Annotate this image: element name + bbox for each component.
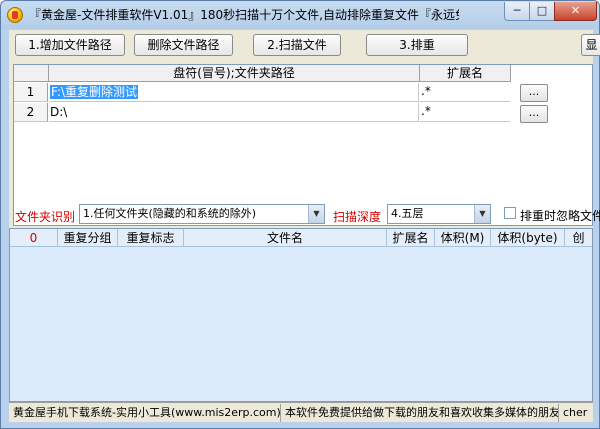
size-mb-column-header[interactable]: 体积(M) [435, 229, 491, 247]
status-site: 黄金屋手机下载系统-实用小工具(www.mis2erp.com) [9, 404, 281, 422]
window-title: 『黄金屋-文件排重软件V1.01』180秒扫描十万个文件,自动排除重复文件『永远… [29, 8, 459, 22]
dedupe-button[interactable]: 3.排重 [366, 34, 468, 56]
flag-column-header[interactable]: 重复标志 [118, 229, 184, 247]
app-logo-icon [7, 7, 23, 23]
chevron-down-icon[interactable]: ▼ [308, 205, 324, 223]
browse-button[interactable]: ... [520, 84, 548, 102]
ignore-checkbox[interactable] [504, 207, 516, 219]
row-number: 2 [14, 103, 48, 122]
browse-button[interactable]: ... [520, 105, 548, 123]
status-notice: 本软件免费提供给做下载的朋友和喜欢收集多媒体的朋友 [281, 404, 559, 422]
folder-filter-value: 1.任何文件夹(隐藏的和系统的除外) [83, 207, 257, 220]
scan-files-button[interactable]: 2.扫描文件 [253, 34, 341, 56]
results-list[interactable]: 0 重复分组 重复标志 文件名 扩展名 体积(M) 体积(byte) 创 [9, 228, 593, 402]
row-number: 1 [14, 83, 48, 102]
results-count: 0 [10, 229, 58, 247]
ignore-label[interactable]: 排重时忽略文件 [520, 207, 600, 224]
status-extra: cher [563, 406, 588, 419]
ext-cell[interactable]: .* [420, 83, 510, 102]
size-byte-column-header[interactable]: 体积(byte) [491, 229, 565, 247]
title-bar[interactable]: 『黄金屋-文件排重软件V1.01』180秒扫描十万个文件,自动排除重复文件『永远… [1, 1, 599, 29]
ext-column-header[interactable]: 扩展名 [387, 229, 435, 247]
ext-cell[interactable]: .* [420, 103, 510, 122]
path-cell[interactable]: D:\ [49, 103, 419, 122]
close-button[interactable]: ✕ [554, 2, 597, 21]
folder-filter-label: 文件夹识别 [15, 210, 76, 224]
created-column-header[interactable]: 创 [565, 229, 592, 247]
app-window: 『黄金屋-文件排重软件V1.01』180秒扫描十万个文件,自动排除重复文件『永远… [0, 0, 600, 429]
chevron-down-icon[interactable]: ▼ [474, 205, 490, 223]
results-header: 0 重复分组 重复标志 文件名 扩展名 体积(M) 体积(byte) 创 [10, 229, 592, 247]
path-cell[interactable]: F:\重复删除测试 [49, 83, 419, 102]
scan-depth-label: 扫描深度 [333, 210, 382, 224]
client-area: 1.增加文件路径 删除文件路径 2.扫描文件 3.排重 显 盘符(冒号);文件夹… [9, 30, 600, 422]
ext-column-header: 扩展名 [420, 65, 511, 82]
delete-path-button[interactable]: 删除文件路径 [134, 34, 233, 56]
path-grid: 盘符(冒号);文件夹路径 扩展名 1 F:\重复删除测试 .* ... 2 D:… [13, 64, 593, 226]
add-path-button[interactable]: 1.增加文件路径 [15, 34, 125, 56]
scan-depth-value: 4.五层 [391, 207, 424, 220]
extra-button[interactable]: 显 [581, 34, 600, 56]
filename-column-header[interactable]: 文件名 [184, 229, 387, 247]
path-column-header: 盘符(冒号);文件夹路径 [49, 65, 420, 82]
status-bar: 黄金屋手机下载系统-实用小工具(www.mis2erp.com) 本软件免费提供… [9, 402, 593, 422]
row-number-header [14, 65, 49, 82]
minimize-button[interactable]: ─ [504, 2, 530, 21]
path-grid-header: 盘符(冒号);文件夹路径 扩展名 [14, 65, 511, 82]
scan-depth-select[interactable]: 4.五层 ▼ [387, 204, 491, 224]
maximize-button[interactable]: □ [529, 2, 555, 21]
group-column-header[interactable]: 重复分组 [58, 229, 118, 247]
folder-filter-select[interactable]: 1.任何文件夹(隐藏的和系统的除外) ▼ [79, 204, 325, 224]
path-value: F:\重复删除测试 [50, 85, 139, 99]
